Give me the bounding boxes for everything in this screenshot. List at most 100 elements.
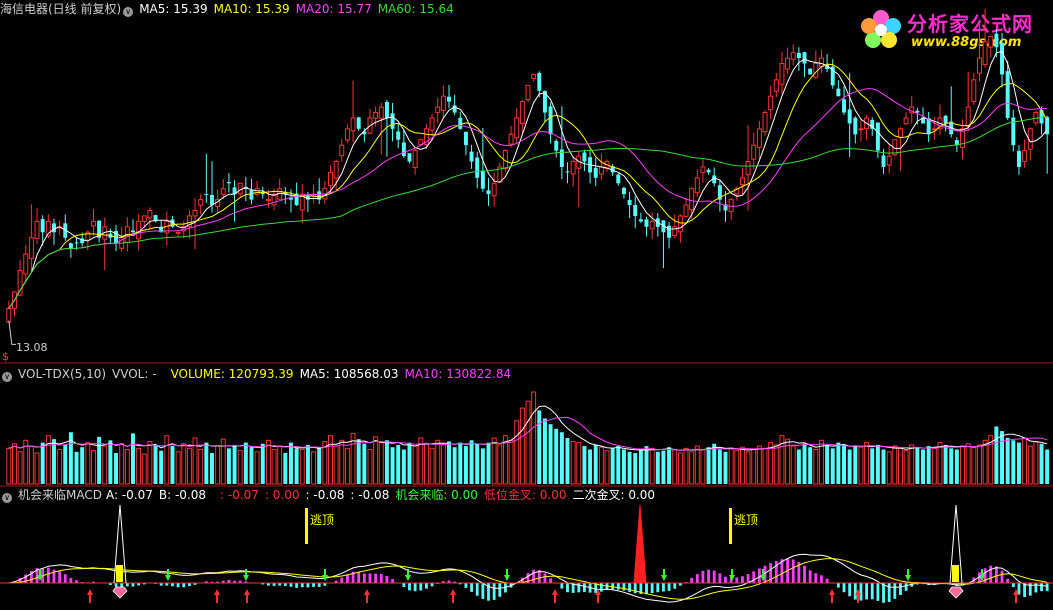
volume-bar <box>254 451 260 485</box>
volume-bar <box>548 424 553 484</box>
volume-bar <box>119 443 125 485</box>
volume-bar <box>982 439 988 485</box>
volume-bar <box>598 446 604 485</box>
volume-bar <box>694 445 700 485</box>
volume-bar <box>565 438 570 484</box>
volume-bar <box>85 442 91 485</box>
volume-bar <box>965 443 971 485</box>
candle-body <box>994 33 999 48</box>
volume-bar <box>683 447 689 485</box>
volume-bar <box>621 449 626 484</box>
volume-bar <box>6 447 12 485</box>
candle-body <box>1016 150 1021 167</box>
volume-bar <box>175 451 181 485</box>
volume-bar <box>1000 431 1005 484</box>
volume-bar <box>226 448 231 484</box>
candle-body <box>633 205 638 216</box>
volume-bar <box>700 449 706 485</box>
volume-bar <box>74 451 79 484</box>
candle-body <box>751 144 757 160</box>
candle-body <box>249 190 254 200</box>
candle-body <box>23 253 29 275</box>
volume-bar <box>875 444 880 484</box>
volume-bar <box>311 451 317 485</box>
candle-body <box>548 106 553 135</box>
candle-body <box>683 204 689 217</box>
candle-body <box>237 182 243 195</box>
candle-body <box>672 226 678 236</box>
volume-bar <box>475 443 480 484</box>
volume-bar <box>1027 445 1033 485</box>
candle-body <box>344 128 350 141</box>
candle-body <box>458 117 463 129</box>
volume-bar <box>181 443 187 485</box>
volume-bar <box>486 442 491 484</box>
candle-body <box>440 95 446 111</box>
volume-bar <box>717 449 722 484</box>
volume-bar <box>677 452 683 485</box>
volume-bar <box>130 433 135 484</box>
candle-body <box>525 84 531 101</box>
signal-bar-2 <box>952 565 959 582</box>
candle-body <box>537 72 542 91</box>
volume-bar <box>508 439 514 485</box>
volume-bar <box>390 447 395 484</box>
volume-bar <box>294 448 299 484</box>
volume-bar <box>1045 449 1050 484</box>
volume-bar <box>808 447 813 484</box>
volume-bar <box>903 450 909 485</box>
volume-bar <box>491 437 497 485</box>
volume-bar <box>1016 442 1021 484</box>
volume-bar <box>689 451 695 485</box>
volume-bar <box>931 447 937 485</box>
candle-body <box>384 101 389 118</box>
candle-body <box>598 166 604 175</box>
candle-body <box>339 144 345 157</box>
candle-body <box>943 115 948 124</box>
candle-body <box>452 105 457 113</box>
sell-arrow-up-icon <box>552 589 558 603</box>
candle-body <box>429 117 435 131</box>
candle-body <box>175 231 181 234</box>
candle-body <box>6 307 12 323</box>
volume-bar <box>469 440 474 484</box>
escape-top-marker-2 <box>729 508 732 544</box>
candle-body <box>514 117 520 139</box>
volume-bar <box>554 428 559 484</box>
candle-body <box>779 63 785 85</box>
volume-bar <box>384 440 389 484</box>
volume-bar <box>751 449 757 485</box>
buy-arrow-down-icon <box>504 569 510 581</box>
buy-arrow-down-icon <box>661 569 667 581</box>
volume-bar <box>582 446 587 484</box>
volume-bar <box>514 420 520 485</box>
volume-bar <box>317 447 322 484</box>
volume-bar <box>480 448 485 484</box>
stock-chart <box>0 8 1053 603</box>
volume-bar <box>141 453 147 485</box>
volume-bar <box>378 442 384 485</box>
volume-bar <box>897 447 903 485</box>
volume-bar <box>243 442 248 484</box>
candle-body <box>401 142 406 157</box>
candle-body <box>1000 43 1005 75</box>
volume-bar <box>813 449 819 485</box>
candle-body <box>886 155 892 166</box>
volume-bar <box>102 445 108 485</box>
candle-body <box>356 117 361 129</box>
volume-bar <box>339 439 345 485</box>
candle-body <box>220 188 226 195</box>
candle-body <box>745 161 751 176</box>
volume-bar <box>542 418 547 484</box>
volume-bar <box>915 447 920 484</box>
volume-bar <box>80 447 85 484</box>
volume-bar <box>531 391 537 485</box>
candle-body <box>739 177 745 186</box>
candle-body <box>842 99 846 113</box>
candle-body <box>74 242 79 244</box>
candle-body <box>90 220 96 227</box>
volume-bar <box>136 447 142 485</box>
sell-arrow-up-icon <box>244 589 250 603</box>
candle-body <box>982 41 988 65</box>
candle-body <box>328 171 333 186</box>
